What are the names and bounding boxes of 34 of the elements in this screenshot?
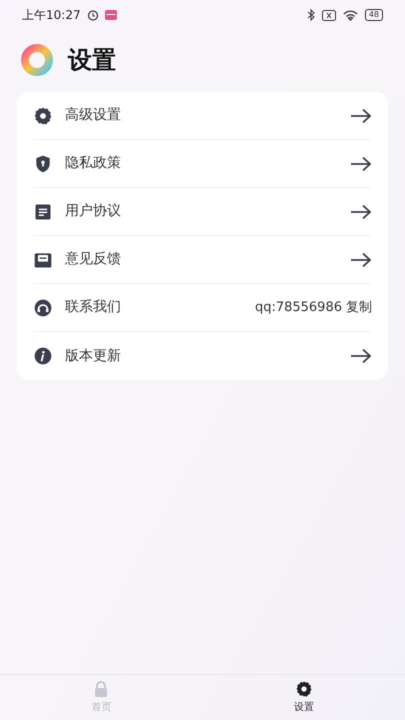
arrow-right-icon bbox=[350, 204, 372, 220]
arrow-right-icon bbox=[350, 108, 372, 124]
row-label: 版本更新 bbox=[65, 346, 122, 366]
settings-row[interactable]: 联系我们 qq:78556986 复制 bbox=[33, 284, 372, 332]
sim-off-icon bbox=[322, 10, 336, 20]
document-icon bbox=[33, 202, 53, 222]
bluetooth-icon bbox=[306, 9, 315, 21]
gear-icon bbox=[294, 680, 313, 698]
wifi-icon bbox=[342, 10, 358, 20]
page-title: 设置 bbox=[68, 45, 116, 76]
settings-row[interactable]: 高级设置 bbox=[33, 92, 372, 140]
app-notification-icon bbox=[104, 10, 117, 20]
settings-row[interactable]: 隐私政策 bbox=[33, 140, 372, 188]
settings-row[interactable]: 版本更新 bbox=[33, 332, 372, 380]
alarm-clock-icon bbox=[86, 9, 99, 21]
battery-indicator: 48 bbox=[364, 9, 383, 21]
info-icon bbox=[33, 346, 53, 366]
arrow-right-icon bbox=[350, 348, 372, 364]
headset-icon bbox=[33, 298, 53, 318]
gear-icon bbox=[33, 106, 53, 126]
arrow-right-icon bbox=[350, 156, 372, 172]
row-label: 意见反馈 bbox=[65, 250, 122, 269]
row-label: 隐私政策 bbox=[65, 154, 122, 173]
app-logo-icon bbox=[20, 43, 54, 77]
settings-row[interactable]: 用户协议 bbox=[33, 188, 372, 236]
row-label: 联系我们 bbox=[65, 298, 122, 317]
nav-tab[interactable]: 设置 bbox=[202, 675, 405, 720]
arrow-right-icon bbox=[350, 252, 372, 268]
row-label: 用户协议 bbox=[65, 202, 122, 221]
settings-row[interactable]: 意见反馈 bbox=[33, 236, 372, 284]
status-time: 上午10:27 bbox=[22, 7, 81, 24]
qq-number: qq:78556986 bbox=[254, 298, 342, 317]
row-label: 高级设置 bbox=[65, 106, 122, 125]
copy-link[interactable]: 复制 bbox=[346, 298, 372, 318]
